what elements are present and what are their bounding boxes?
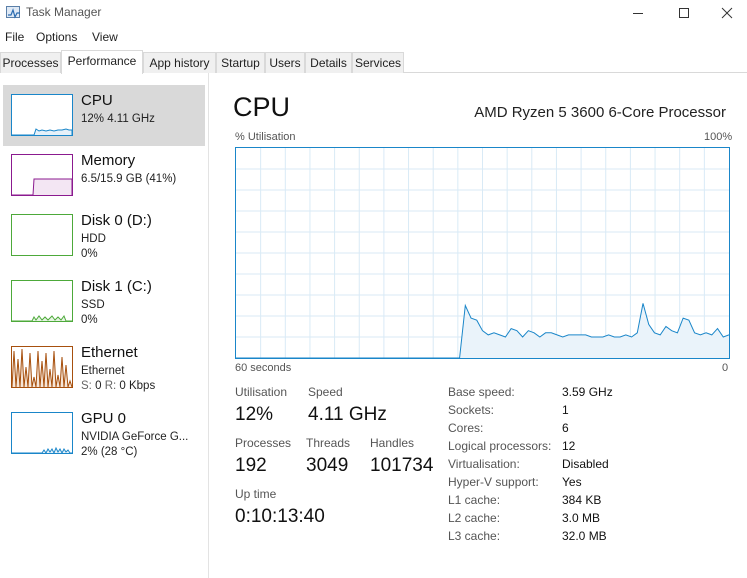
sidebar-item-memory[interactable]: Memory 6.5/15.9 GB (41%) bbox=[3, 145, 205, 206]
spec-value: 3.59 GHz bbox=[562, 385, 613, 399]
spec-label: Base speed: bbox=[448, 385, 515, 399]
speed-value: 4.11 GHz bbox=[308, 404, 387, 425]
spec-label: Virtualisation: bbox=[448, 457, 520, 471]
handles-value: 101734 bbox=[370, 455, 434, 476]
gpu-thumbnail-graph bbox=[11, 412, 73, 454]
close-icon bbox=[721, 7, 733, 19]
sidebar-item-adapter: Ethernet bbox=[81, 365, 125, 377]
sidebar-item-detail: 0% bbox=[81, 314, 98, 326]
utilisation-value: 12% bbox=[235, 404, 274, 425]
processes-value: 192 bbox=[235, 455, 267, 476]
disk-1-thumbnail-graph bbox=[11, 280, 73, 322]
cpu-graph-svg bbox=[236, 148, 729, 358]
graph-x-right: 0 bbox=[722, 362, 729, 374]
page-title: CPU bbox=[233, 92, 291, 122]
menu-options[interactable]: Options bbox=[36, 30, 77, 44]
spec-label: L2 cache: bbox=[448, 511, 501, 525]
menu-file[interactable]: File bbox=[5, 30, 24, 44]
cpu-thumbnail-graph bbox=[11, 94, 73, 136]
receive-value: 0 Kbps bbox=[119, 380, 156, 392]
spec-label: L3 cache: bbox=[448, 529, 501, 543]
tab-services[interactable]: Services bbox=[352, 52, 404, 73]
send-label: S: bbox=[81, 380, 92, 392]
spec-value: 12 bbox=[562, 439, 576, 453]
processor-name: AMD Ryzen 5 3600 6-Core Processor bbox=[474, 104, 726, 121]
menu-view[interactable]: View bbox=[92, 30, 118, 44]
graph-y-max: 100% bbox=[704, 131, 733, 143]
ethernet-thumbnail-graph bbox=[11, 346, 73, 388]
window-title: Task Manager bbox=[26, 5, 102, 19]
spec-value: Yes bbox=[562, 475, 582, 489]
sidebar-item-name: CPU bbox=[81, 92, 113, 109]
spec-label: Logical processors: bbox=[448, 439, 552, 453]
spec-label: Hyper-V support: bbox=[448, 475, 539, 489]
minimize-icon bbox=[633, 13, 643, 14]
spec-value: 32.0 MB bbox=[562, 529, 607, 543]
memory-thumbnail-graph bbox=[11, 154, 73, 196]
tab-startup[interactable]: Startup bbox=[216, 52, 265, 73]
receive-label: R: bbox=[104, 380, 117, 392]
maximize-button[interactable] bbox=[661, 0, 707, 26]
sidebar-item-gpu-0[interactable]: GPU 0 NVIDIA GeForce G... 2% (28 °C) bbox=[3, 403, 205, 464]
tab-details[interactable]: Details bbox=[305, 52, 352, 73]
tab-app-history[interactable]: App history bbox=[143, 52, 216, 73]
graph-x-left: 60 seconds bbox=[235, 362, 292, 374]
utilisation-label: Utilisation bbox=[235, 385, 288, 399]
sidebar-item-detail: 0% bbox=[81, 248, 98, 260]
sidebar-item-name: Disk 0 (D:) bbox=[81, 212, 152, 229]
sidebar-item-ethernet[interactable]: Ethernet Ethernet S: 0 R: 0 Kbps bbox=[3, 337, 205, 398]
minimize-button[interactable] bbox=[615, 0, 661, 26]
sidebar-item-type: SSD bbox=[81, 299, 105, 311]
sidebar-item-name: Disk 1 (C:) bbox=[81, 278, 152, 295]
processes-label: Processes bbox=[235, 436, 292, 450]
sidebar-item-disk-1[interactable]: Disk 1 (C:) SSD 0% bbox=[3, 271, 205, 332]
sidebar-item-detail: 2% (28 °C) bbox=[81, 446, 138, 458]
threads-value: 3049 bbox=[306, 455, 349, 476]
disk-0-thumbnail-graph bbox=[11, 214, 73, 256]
tab-performance[interactable]: Performance bbox=[61, 50, 143, 74]
spec-value: 384 KB bbox=[562, 493, 602, 507]
cpu-utilisation-graph bbox=[235, 147, 730, 359]
sidebar-item-name: Memory bbox=[81, 152, 136, 169]
sidebar-item-type: HDD bbox=[81, 233, 106, 245]
sidebar-item-adapter: NVIDIA GeForce G... bbox=[81, 431, 189, 443]
sidebar-item-detail: 12% 4.11 GHz bbox=[81, 113, 155, 125]
sidebar-item-name: Ethernet bbox=[81, 344, 138, 361]
sidebar-item-detail: S: 0 R: 0 Kbps bbox=[81, 380, 155, 392]
graph-y-label: % Utilisation bbox=[235, 131, 296, 143]
speed-label: Speed bbox=[308, 385, 343, 399]
spec-label: L1 cache: bbox=[448, 493, 501, 507]
close-button[interactable] bbox=[707, 0, 747, 26]
sidebar-item-disk-0[interactable]: Disk 0 (D:) HDD 0% bbox=[3, 205, 205, 266]
uptime-label: Up time bbox=[235, 487, 277, 501]
sidebar-item-name: GPU 0 bbox=[81, 410, 127, 427]
spec-value: 1 bbox=[562, 403, 569, 417]
spec-label: Cores: bbox=[448, 421, 484, 435]
sidebar: CPU 12% 4.11 GHz Memory 6.5/15.9 GB (41%… bbox=[0, 73, 209, 578]
tab-processes[interactable]: Processes bbox=[0, 52, 61, 73]
spec-label: Sockets: bbox=[448, 403, 495, 417]
spec-value: Disabled bbox=[562, 457, 609, 471]
maximize-icon bbox=[679, 8, 689, 18]
sidebar-item-cpu[interactable]: CPU 12% 4.11 GHz bbox=[3, 85, 205, 146]
title-bar: Task Manager bbox=[0, 0, 747, 26]
tab-users[interactable]: Users bbox=[265, 52, 305, 73]
send-value: 0 bbox=[95, 380, 102, 392]
uptime-value: 0:10:13:40 bbox=[235, 506, 325, 527]
threads-label: Threads bbox=[306, 436, 351, 450]
spec-value: 3.0 MB bbox=[562, 511, 601, 525]
sidebar-item-detail: 6.5/15.9 GB (41%) bbox=[81, 173, 177, 185]
spec-value: 6 bbox=[562, 421, 569, 435]
task-manager-icon bbox=[6, 6, 20, 19]
tab-strip: Processes Performance App history Startu… bbox=[0, 50, 747, 74]
handles-label: Handles bbox=[370, 436, 415, 450]
